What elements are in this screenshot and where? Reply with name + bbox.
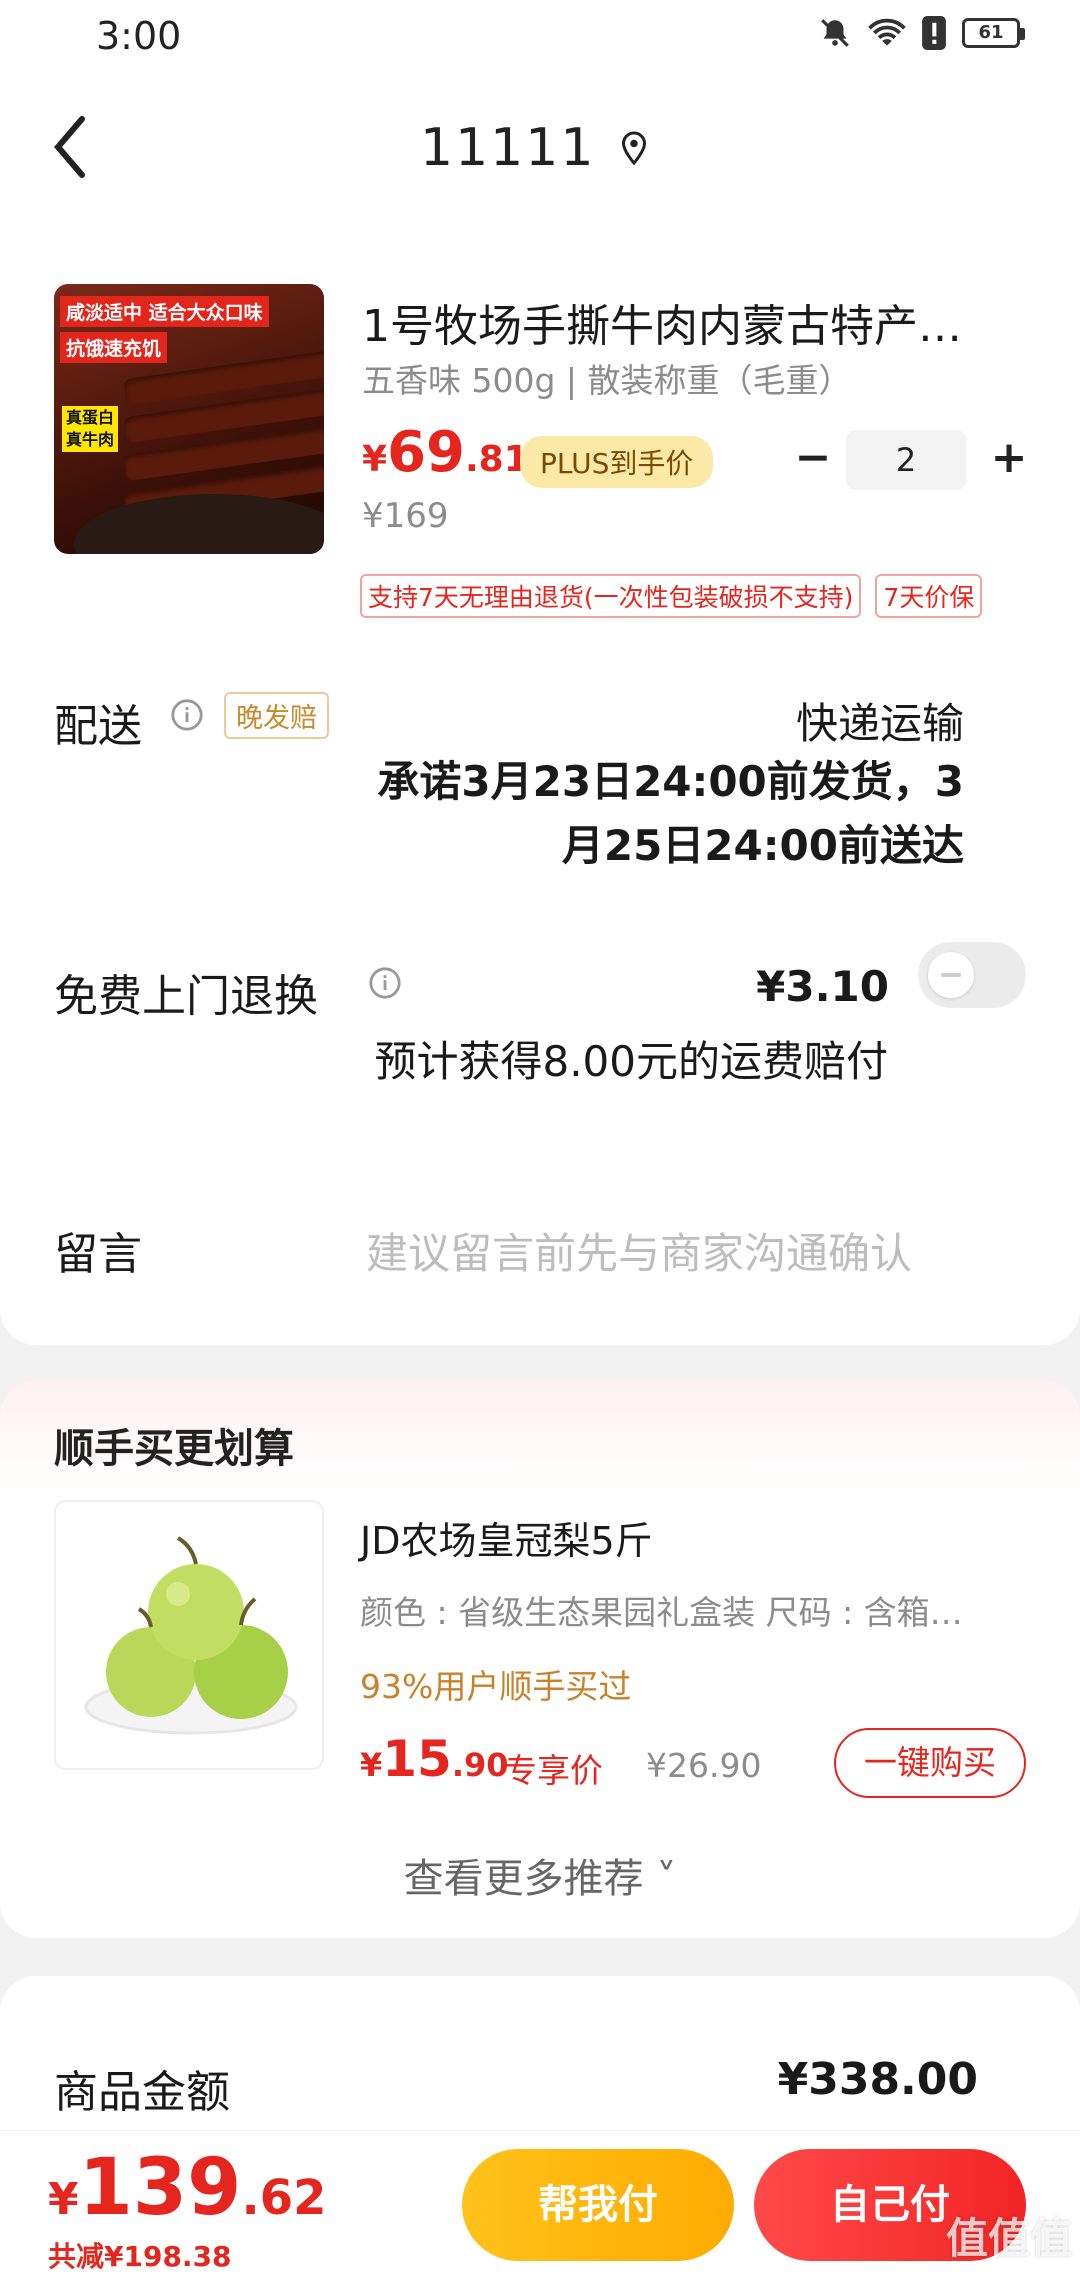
product-image-tag: 抗饿速充饥 xyxy=(60,332,168,363)
recommend-original-price: ¥26.90 xyxy=(646,1746,762,1785)
alert-icon xyxy=(922,16,946,50)
page-title: 11111 xyxy=(420,118,596,178)
goods-amount-value: ¥338.00 xyxy=(777,2054,978,2105)
wifi-icon xyxy=(868,16,906,50)
late-compensation-badge: 晚发赔 xyxy=(224,692,329,739)
location-pin-icon xyxy=(622,131,647,166)
delivery-label: 配送 xyxy=(54,701,142,752)
product-spec[interactable]: 五香味 500g | 散装称重（毛重） xyxy=(362,354,852,402)
product-image-tag: 真蛋白 真牛肉 xyxy=(62,406,119,452)
recommend-product-image[interactable] xyxy=(54,1500,324,1770)
product-image[interactable]: 咸淡适中 适合大众口味 抗饿速充饥 真蛋白 真牛肉 xyxy=(54,284,324,554)
free-return-info-icon[interactable] xyxy=(368,966,402,1000)
total-saved[interactable]: 共减¥198.38 xyxy=(48,2235,232,2275)
status-time: 3:00 xyxy=(96,14,182,58)
status-bar: 3:00 61 xyxy=(0,0,1080,80)
plus-price-badge: PLUS到手价 xyxy=(520,436,714,488)
recommend-price: ¥ 15 .90 xyxy=(360,1730,509,1788)
header: 11111 xyxy=(0,80,1080,210)
product-price: ¥ 69 .81 xyxy=(362,420,529,485)
one-click-buy-button[interactable]: 一键购买 xyxy=(834,1728,1026,1798)
recommend-title: 顺手买更划算 xyxy=(54,1426,294,1472)
service-tags: 支持7天无理由退货(一次性包装破损不支持) 7天价保 xyxy=(360,574,983,618)
shipping-promise[interactable]: 承诺3月23日24:00前发货，3月25日24:00前送达 xyxy=(360,750,964,878)
order-card: 咸淡适中 适合大众口味 抗饿速充饥 真蛋白 真牛肉 1号牧场手撕牛肉内蒙古特产… … xyxy=(0,210,1080,1345)
status-icons: 61 xyxy=(818,16,1025,50)
back-button[interactable] xyxy=(50,112,120,182)
message-label: 留言 xyxy=(54,1229,142,1280)
product-image-tag: 咸淡适中 适合大众口味 xyxy=(60,296,269,327)
chevron-left-icon xyxy=(54,116,85,178)
total-price: ¥ 139 .62 xyxy=(48,2143,327,2233)
goods-amount-label: 商品金额 xyxy=(54,2067,230,2118)
decrease-quantity-button[interactable]: − xyxy=(780,430,846,490)
delivery-info-icon[interactable] xyxy=(170,698,204,732)
watermark: 值值值 xyxy=(945,2214,1072,2263)
free-return-label: 免费上门退换 xyxy=(54,971,318,1022)
price-protect-tag: 7天价保 xyxy=(875,574,983,618)
product-title[interactable]: 1号牧场手撕牛肉内蒙古特产… xyxy=(362,290,1012,354)
checkout-page: 3:00 61 11111 咸淡适中 适合大众口味 抗饿速充饥 真蛋白 真牛肉 … xyxy=(0,0,1080,2280)
exclusive-price-label: 专享价 xyxy=(504,1751,603,1790)
quantity-input[interactable]: 2 xyxy=(846,430,966,490)
free-return-note: 预计获得8.00元的运费赔付 xyxy=(374,1037,888,1086)
bottom-bar: ¥ 139 .62 共减¥198.38 帮我付 自己付 值值值 xyxy=(0,2130,1080,2280)
quantity-stepper: − 2 + xyxy=(780,430,1042,490)
free-return-toggle[interactable] xyxy=(918,942,1026,1008)
increase-quantity-button[interactable]: + xyxy=(976,430,1042,490)
original-price: ¥169 xyxy=(362,496,449,536)
battery-icon: 61 xyxy=(962,18,1025,48)
address-selector[interactable]: 11111 xyxy=(420,118,649,178)
message-input[interactable]: 建议留言前先与商家沟通确认 xyxy=(366,1220,912,1281)
toggle-knob xyxy=(928,952,974,998)
recommend-product-spec: 颜色 : 省级生态果园礼盒装 尺码 : 含箱… xyxy=(360,1593,963,1632)
recommend-card: 顺手买更划算 JD农场皇冠梨5斤 颜色 : 省级生态果园礼盒装 尺码 : 含箱…… xyxy=(0,1380,1080,1938)
return-policy-tag: 支持7天无理由退货(一次性包装破损不支持) xyxy=(360,574,862,618)
mute-bell-icon xyxy=(818,16,852,50)
more-recommendations-link[interactable]: 查看更多推荐 ˅ xyxy=(0,1846,1080,1904)
free-return-price: ¥3.10 xyxy=(756,962,889,1011)
recommend-product-name[interactable]: JD农场皇冠梨5斤 xyxy=(360,1510,653,1565)
recommend-social-proof: 93%用户顺手买过 xyxy=(360,1667,632,1706)
help-pay-button[interactable]: 帮我付 xyxy=(462,2149,734,2261)
shipping-method[interactable]: 快递运输 xyxy=(796,690,964,751)
